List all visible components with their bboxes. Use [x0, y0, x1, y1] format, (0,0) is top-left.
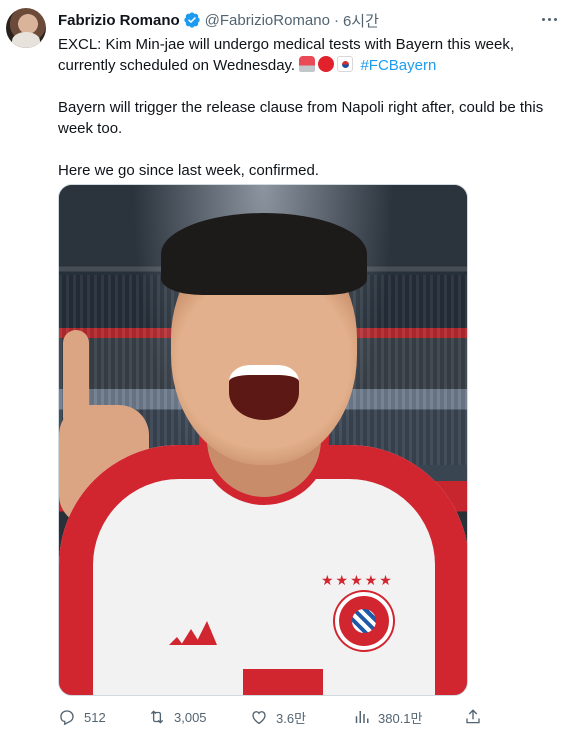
siren-emoji-icon [299, 56, 316, 72]
share-icon [466, 709, 480, 724]
views-count: 380.1만 [378, 710, 423, 726]
more-options-button[interactable] [538, 8, 560, 30]
more-dot-icon [553, 17, 557, 21]
like-button[interactable]: 3.6만 [250, 708, 306, 727]
heart-icon [252, 711, 266, 725]
retweet-icon [150, 710, 164, 724]
more-dot-icon [541, 17, 545, 21]
tweet-line-1: EXCL: Kim Min-jae will undergo medical t… [58, 36, 515, 74]
adidas-logo-icon [169, 621, 217, 645]
bayern-crest-icon [335, 592, 393, 650]
more-dot-icon [547, 17, 551, 21]
red-circle-emoji-icon [318, 56, 335, 72]
tweet-actions: 512 3,005 3.6만 380.1만 [58, 706, 488, 728]
views-button[interactable]: 380.1만 [352, 708, 423, 727]
reply-icon [60, 710, 74, 726]
crest-stars-icon: ★★★★★ [321, 573, 394, 589]
retweet-count: 3,005 [174, 709, 207, 725]
sponsor-logo [243, 669, 323, 695]
views-chart-icon [355, 711, 369, 723]
tweet-header: Fabrizio Romano @FabrizioRomano · 6시간 [58, 10, 379, 30]
verified-badge-icon [183, 11, 201, 29]
tweet-timestamp[interactable]: 6시간 [343, 10, 379, 31]
player-hair [161, 213, 367, 295]
separator-dot: · [333, 11, 339, 29]
tweet-paragraph-2: Bayern will trigger the release clause f… [58, 99, 544, 137]
reply-count: 512 [84, 709, 106, 725]
share-button[interactable] [464, 708, 490, 726]
author-avatar[interactable] [6, 8, 46, 48]
tweet-text: EXCL: Kim Min-jae will undergo medical t… [58, 34, 558, 181]
reply-button[interactable]: 512 [58, 708, 106, 726]
south-korea-flag-emoji-icon [337, 56, 354, 72]
tweet-media-image[interactable]: ★★★★★ [58, 184, 468, 696]
author-name[interactable]: Fabrizio Romano [58, 12, 180, 29]
like-count: 3.6만 [276, 710, 307, 726]
player-mouth [229, 365, 299, 420]
tweet-paragraph-1: EXCL: Kim Min-jae will undergo medical t… [58, 34, 558, 76]
author-handle[interactable]: @FabrizioRomano [205, 12, 330, 29]
hashtag-link[interactable]: #FCBayern [360, 57, 436, 74]
tweet-paragraph-3: Here we go since last week, confirmed. [58, 162, 319, 179]
retweet-button[interactable]: 3,005 [148, 708, 207, 726]
